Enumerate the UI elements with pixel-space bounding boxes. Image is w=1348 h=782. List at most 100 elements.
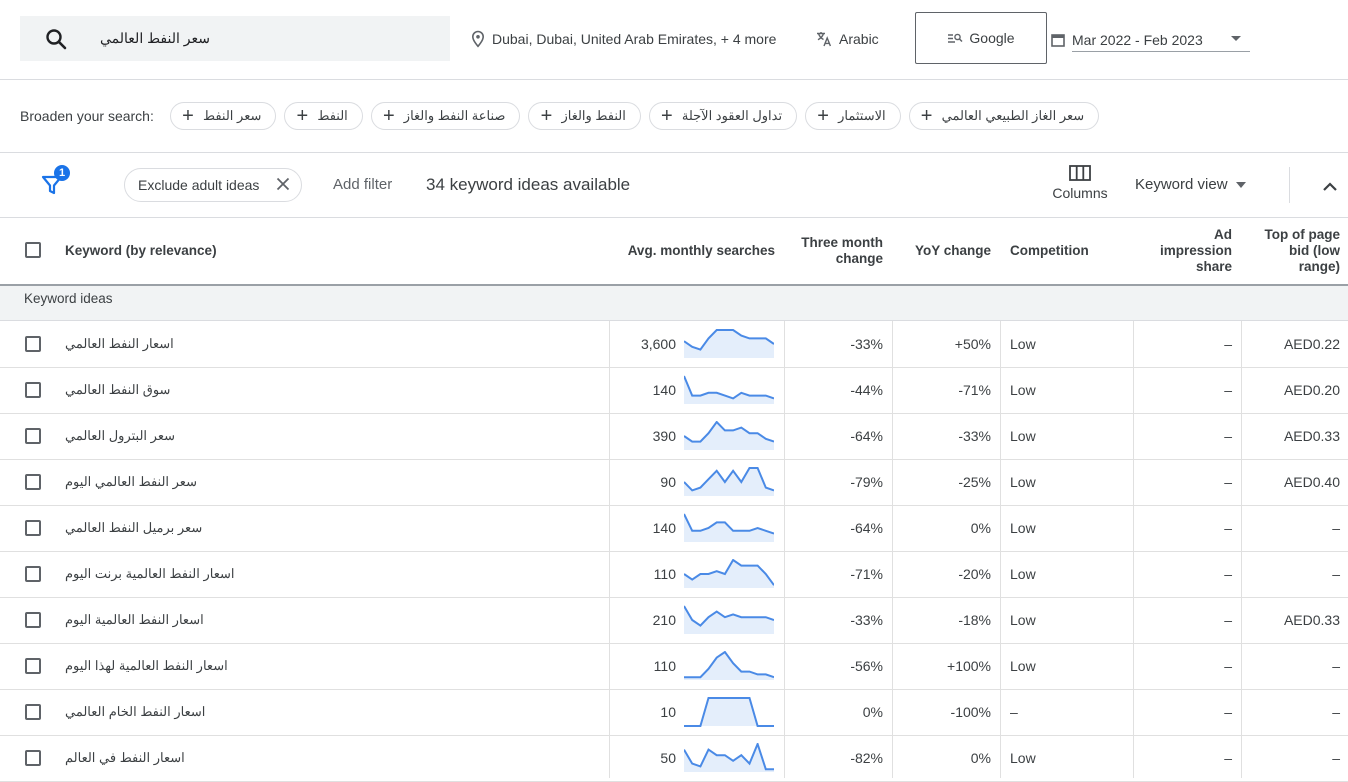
row-checkbox[interactable] <box>25 474 41 490</box>
trend-sparkline <box>684 743 774 772</box>
table-row[interactable]: اسعار النفط في العالم 50 -82% 0% Low – – <box>0 735 1348 782</box>
filter-button[interactable]: 1 <box>40 165 80 205</box>
row-checkbox[interactable] <box>25 704 41 720</box>
keyword-text: اسعار النفط في العالم <box>65 750 185 765</box>
row-checkbox[interactable] <box>25 382 41 398</box>
top-of-page-bid: – <box>1332 566 1340 582</box>
chevron-up-icon[interactable] <box>1318 175 1342 199</box>
exclude-adult-chip[interactable]: Exclude adult ideas <box>124 168 302 202</box>
three-month-change: 0% <box>862 704 883 720</box>
table-row[interactable]: اسعار النفط العالمي 3,600 -33% +50% Low – AED0… <box>0 321 1348 368</box>
yoy-change: -18% <box>958 612 991 628</box>
competition-value: Low <box>1010 474 1036 490</box>
table-row[interactable]: اسعار النفط العالمية برنت اليوم 110 -71% -2… <box>0 551 1348 598</box>
avg-monthly-searches: 110 <box>653 566 676 582</box>
row-checkbox[interactable] <box>25 566 41 582</box>
header-top-of-page-bid[interactable]: Top of page bid (low range) <box>1250 218 1341 284</box>
chip-label: سعر النفط <box>203 108 262 123</box>
yoy-change: +50% <box>954 336 991 352</box>
keyword-text: سعر النفط العالمي اليوم <box>65 474 197 489</box>
trend-sparkline <box>684 651 774 680</box>
chip-label: صناعة النفط والغاز <box>403 108 506 123</box>
table-row[interactable]: اسعار النفط الخام العالمي 10 0% -100% – – – <box>0 689 1348 736</box>
row-checkbox[interactable] <box>25 750 41 766</box>
ad-impression-share: – <box>1224 382 1232 398</box>
columns-button[interactable]: Columns <box>1052 165 1108 201</box>
add-filter-button[interactable]: Add filter <box>333 176 392 193</box>
avg-monthly-searches: 110 <box>653 658 676 674</box>
row-checkbox[interactable] <box>25 658 41 674</box>
header-avg-monthly-searches[interactable]: Avg. monthly searches <box>610 218 775 284</box>
broaden-chip[interactable]: + سعر النفط <box>170 102 277 130</box>
broaden-chip[interactable]: + النفط والغاز <box>528 102 641 130</box>
row-checkbox[interactable] <box>25 612 41 628</box>
row-checkbox[interactable] <box>25 428 41 444</box>
table-row[interactable]: اسعار النفط العالمية اليوم 210 -33% -18% Low… <box>0 597 1348 644</box>
header-competition-label: Competition <box>1010 243 1089 258</box>
ad-impression-share: – <box>1224 658 1232 674</box>
row-checkbox[interactable] <box>25 520 41 536</box>
select-all-checkbox[interactable] <box>25 242 41 258</box>
competition-value: Low <box>1010 612 1036 628</box>
header-ad-impression-share[interactable]: Ad impression share <box>1140 218 1232 284</box>
trend-area <box>684 468 774 496</box>
competition-value: Low <box>1010 336 1036 352</box>
broaden-chip[interactable]: + سعر الغاز الطبيعي العالمي <box>908 102 1100 130</box>
location-selector[interactable]: Dubai, Dubai, United Arab Emirates, + 4 … <box>470 30 776 48</box>
header-three-month-change[interactable]: Three month change <box>790 218 883 284</box>
header-keyword[interactable]: Keyword (by relevance) <box>65 218 465 284</box>
yoy-change: 0% <box>970 520 991 536</box>
network-text: Google <box>969 30 1015 46</box>
table-row[interactable]: اسعار النفط العالمية لهذا اليوم 110 -56% +1… <box>0 643 1348 690</box>
top-of-page-bid: – <box>1332 658 1340 674</box>
chip-label: سعر الغاز الطبيعي العالمي <box>941 108 1085 123</box>
ad-impression-share: – <box>1224 750 1232 766</box>
top-of-page-bid: AED0.20 <box>1283 382 1340 398</box>
trend-area <box>684 330 774 358</box>
date-range-selector[interactable]: Mar 2022 - Feb 2023 <box>1050 28 1250 52</box>
keyword-search-input[interactable]: سعر النفط العالمي <box>20 16 450 61</box>
trend-area <box>684 606 774 634</box>
three-month-change: -33% <box>850 612 883 628</box>
top-of-page-bid: – <box>1332 520 1340 536</box>
keyword-text: اسعار النفط العالمية لهذا اليوم <box>65 658 228 673</box>
competition-value: Low <box>1010 520 1036 536</box>
header-keyword-label: Keyword (by relevance) <box>65 243 217 258</box>
ad-impression-share: – <box>1224 474 1232 490</box>
trend-sparkline <box>684 559 774 588</box>
broaden-chip[interactable]: + الاستثمار <box>805 102 901 130</box>
header-competition[interactable]: Competition <box>1010 218 1130 284</box>
ad-impression-share: – <box>1224 336 1232 352</box>
broaden-chip[interactable]: + تداول العقود الآجلة <box>648 102 798 130</box>
yoy-change: -33% <box>958 428 991 444</box>
yoy-change: -20% <box>958 566 991 582</box>
keyword-ideas-count: 34 keyword ideas available <box>426 175 631 194</box>
row-checkbox[interactable] <box>25 336 41 352</box>
filter-bar: 1 Exclude adult ideas Add filter 34 keyw… <box>0 153 1348 218</box>
table-row[interactable]: سعر البترول العالمي 390 -64% -33% Low – AED0.3… <box>0 413 1348 460</box>
broaden-chip[interactable]: + النفط <box>284 102 363 130</box>
table-row[interactable]: سوق النفط العالمي 140 -44% -71% Low – AED0.20 <box>0 367 1348 414</box>
caret-down-icon <box>1235 181 1246 188</box>
keyword-view-dropdown[interactable]: Keyword view <box>1135 176 1246 193</box>
table-row[interactable]: سعر برميل النفط العالمي 140 -64% 0% Low – – <box>0 505 1348 552</box>
language-selector[interactable]: Arabic <box>815 30 879 48</box>
avg-monthly-searches: 140 <box>652 520 676 536</box>
chevron-down-icon <box>1231 36 1241 41</box>
close-icon[interactable] <box>275 176 291 192</box>
top-bar: سعر النفط العالمي Dubai, Dubai, United A… <box>0 0 1348 80</box>
broaden-chip[interactable]: + صناعة النفط والغاز <box>370 102 521 130</box>
chip-label: تداول العقود الآجلة <box>681 108 783 123</box>
competition-value: Low <box>1010 382 1036 398</box>
network-selector[interactable]: Google <box>915 12 1047 64</box>
translate-icon <box>817 32 832 47</box>
top-of-page-bid: – <box>1332 704 1340 720</box>
ad-impression-share: – <box>1224 704 1232 720</box>
header-yoy-change[interactable]: YoY change <box>893 218 991 284</box>
keyword-view-label: Keyword view <box>1135 176 1228 193</box>
table-row[interactable]: سعر النفط العالمي اليوم 90 -79% -25% Low – AED… <box>0 459 1348 506</box>
three-month-change: -56% <box>850 658 883 674</box>
trend-sparkline <box>684 329 774 358</box>
date-range-text: Mar 2022 - Feb 2023 <box>1072 32 1203 48</box>
three-month-change: -44% <box>850 382 883 398</box>
